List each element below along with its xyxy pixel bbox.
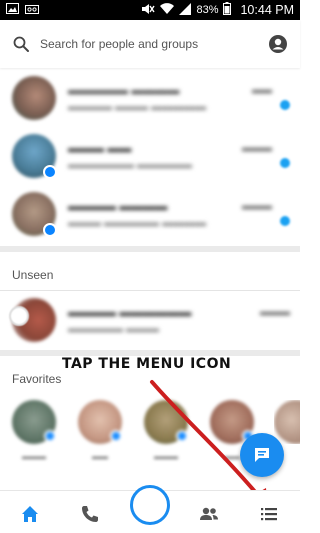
compose-button[interactable]	[240, 433, 284, 477]
system-status: 83% 10:44 PM	[141, 2, 294, 18]
seen-indicator	[280, 216, 290, 226]
search-input[interactable]: Search for people and groups	[40, 37, 268, 51]
conversation-preview: ▬▬▬▬ ▬▬▬▬ ▬▬▬ ▬▬▬ ▬▬▬▬▬ ▬▬▬▬	[68, 199, 272, 229]
online-indicator	[43, 165, 57, 179]
search-icon	[13, 36, 29, 52]
status-bar: 83% 10:44 PM	[0, 0, 300, 20]
online-indicator	[43, 223, 57, 237]
avatar	[78, 400, 122, 444]
signal-icon	[179, 2, 192, 18]
conversation-preview: ▬▬▬▬ ▬▬▬▬▬▬ ▬▬▬ ▬▬▬▬▬ ▬▬▬	[68, 305, 290, 335]
separator	[0, 290, 300, 291]
favorite-contact[interactable]	[274, 400, 300, 444]
avatar	[12, 134, 57, 179]
section-header-favorites: Favorites	[12, 372, 62, 386]
profile-icon[interactable]	[268, 34, 288, 54]
conversation-row[interactable]: ▬▬▬ ▬▬ ▬▬▬ ▬▬▬▬▬▬ ▬▬▬▬▬	[0, 128, 300, 184]
seen-indicator	[280, 100, 290, 110]
avatar	[274, 400, 300, 444]
section-header-unseen: Unseen	[12, 268, 54, 282]
avatar	[144, 400, 188, 444]
selection-ring	[9, 306, 29, 326]
section-divider	[0, 246, 300, 252]
seen-indicator	[280, 158, 290, 168]
notification-icons	[6, 3, 39, 17]
conversation-row[interactable]: ▬▬▬▬ ▬▬▬▬ ▬▬▬ ▬▬▬ ▬▬▬▬▬ ▬▬▬▬	[0, 186, 300, 242]
battery-icon	[223, 2, 232, 18]
battery-percent: 83%	[196, 4, 219, 16]
messenger-badge	[110, 430, 122, 442]
bottom-navigation	[0, 485, 300, 533]
avatar	[12, 400, 56, 444]
voicemail-icon	[25, 3, 39, 17]
messenger-badge	[44, 430, 56, 442]
avatar	[12, 192, 57, 237]
menu-list-icon[interactable]	[258, 503, 280, 525]
mute-icon	[141, 3, 156, 18]
conversation-row[interactable]: ▬▬▬▬ ▬▬▬▬▬▬ ▬▬▬ ▬▬▬▬▬ ▬▬▬	[0, 292, 300, 348]
avatar	[12, 76, 56, 120]
chat-bubble-icon	[255, 448, 269, 462]
people-icon[interactable]	[198, 503, 220, 525]
annotation-instruction: TAP THE MENU ICON	[62, 356, 232, 372]
camera-capture-button[interactable]	[130, 485, 170, 525]
favorite-contact[interactable]: ▬▬▬	[142, 400, 190, 461]
avatar	[9, 298, 56, 342]
wifi-icon	[160, 2, 175, 18]
search-bar[interactable]: Search for people and groups	[0, 20, 300, 68]
messenger-badge	[176, 430, 188, 442]
clock: 10:44 PM	[240, 3, 294, 17]
phone-icon[interactable]	[79, 503, 101, 525]
conversation-row[interactable]: ▬▬▬▬▬ ▬▬▬▬ ▬▬ ▬▬▬▬ ▬▬▬ ▬▬▬▬▬	[0, 70, 300, 126]
image-notification-icon	[6, 3, 19, 17]
conversation-preview: ▬▬▬▬▬ ▬▬▬▬ ▬▬ ▬▬▬▬ ▬▬▬ ▬▬▬▬▬	[68, 83, 272, 113]
favorite-contact[interactable]: ▬▬	[76, 400, 124, 461]
favorite-contact[interactable]: ▬▬▬	[10, 400, 58, 461]
conversation-preview: ▬▬▬ ▬▬ ▬▬▬ ▬▬▬▬▬▬ ▬▬▬▬▬	[68, 141, 272, 171]
home-icon[interactable]	[19, 503, 41, 525]
